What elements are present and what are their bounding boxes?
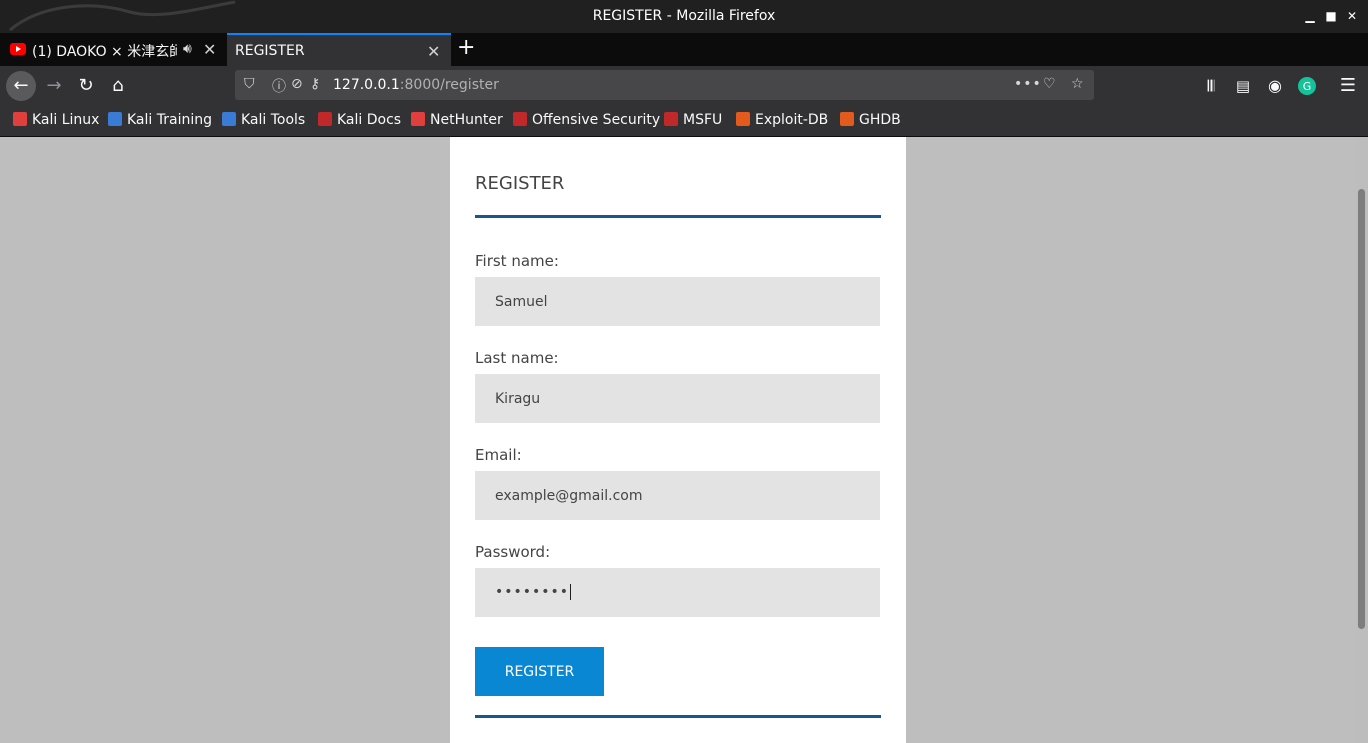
password-input[interactable]: •••••••• [475,568,880,617]
tracking-shield-icon[interactable]: ⛉ [244,76,255,92]
minimize-icon[interactable]: ▁ [1303,9,1317,23]
kali-linux-icon [13,112,27,126]
offensive-security-icon [513,112,527,126]
bookmark-exploit-db[interactable]: Exploit-DB [736,112,828,128]
last-name-label: Last name: [475,349,559,367]
bookmark-kali-linux[interactable]: Kali Linux [13,112,99,128]
account-icon[interactable]: ◉ [1260,71,1290,101]
password-label: Password: [475,543,551,561]
bookmark-kali-docs[interactable]: Kali Docs [318,112,401,128]
tab-register[interactable]: REGISTER ✕ [227,33,451,66]
navigation-bar: ← → ↻ ⌂ ⛉ ⓘ ⊘ ⚷ 127.0.0.1:8000/register … [0,66,1368,104]
new-tab-icon[interactable]: + [457,37,475,59]
grammarly-icon[interactable]: G [1292,71,1322,101]
bookmark-ghdb[interactable]: GHDB [840,112,901,128]
library-icon[interactable]: 𝄃𝄃 [1196,71,1226,101]
exploit-db-icon [736,112,750,126]
kali-docs-icon [318,112,332,126]
close-window-icon[interactable]: ✕ [1345,9,1359,23]
form-title: REGISTER [475,173,565,194]
register-button[interactable]: REGISTER [475,647,604,696]
email-input[interactable] [475,471,880,520]
page-actions-icon[interactable]: ••• [1014,76,1042,92]
window-title: REGISTER - Mozilla Firefox [592,8,776,24]
first-name-input[interactable] [475,277,880,326]
bookmark-kali-training[interactable]: Kali Training [108,112,212,128]
insecure-connection-icon[interactable]: ⊘ [291,76,303,92]
reload-icon[interactable]: ↻ [71,71,101,101]
bookmark-star-icon[interactable]: ☆ [1071,76,1084,92]
bottom-divider [475,715,881,718]
pocket-icon[interactable]: ♡ [1043,76,1056,92]
tab-label: (1) DAOKO × 米津玄師 [32,44,177,60]
forward-icon[interactable]: → [39,71,69,101]
email-label: Email: [475,446,522,464]
youtube-icon [10,43,26,55]
nethunter-icon [411,112,425,126]
bookmark-offensive-security[interactable]: Offensive Security [513,112,660,128]
maximize-icon[interactable]: ■ [1324,9,1338,23]
bookmark-msfu[interactable]: MSFU [664,112,722,128]
home-icon[interactable]: ⌂ [103,71,133,101]
bookmark-nethunter[interactable]: NetHunter [411,112,503,128]
menu-icon[interactable]: ☰ [1333,71,1363,101]
key-icon[interactable]: ⚷ [310,76,320,92]
audio-playing-icon[interactable]: 🔊︎ [183,41,192,57]
page-scrollbar[interactable] [1356,137,1368,743]
url-text[interactable]: 127.0.0.1:8000/register [333,77,499,93]
first-name-label: First name: [475,252,559,270]
kali-training-icon [108,112,122,126]
window-titlebar: REGISTER - Mozilla Firefox ▁ ■ ✕ [0,0,1368,33]
msfu-icon [664,112,678,126]
last-name-input[interactable] [475,374,880,423]
tab-label: REGISTER [235,43,305,59]
sidebar-icon[interactable]: ▤ [1228,71,1258,101]
tab-youtube[interactable]: (1) DAOKO × 米津玄師 🔊︎ ✕ [0,33,225,66]
bookmark-kali-tools[interactable]: Kali Tools [222,112,305,128]
svg-text:G: G [1303,80,1312,93]
back-icon[interactable]: ← [6,71,36,101]
page-viewport: REGISTER First name: Last name: Email: P… [0,137,1368,743]
ghdb-icon [840,112,854,126]
scrollbar-thumb[interactable] [1358,189,1365,629]
site-info-icon[interactable]: ⓘ [272,76,286,96]
url-bar[interactable]: ⛉ ⓘ ⊘ ⚷ 127.0.0.1:8000/register ••• ♡ ☆ [235,70,1094,100]
close-tab-icon[interactable]: ✕ [203,40,216,59]
kali-tools-icon [222,112,236,126]
title-divider [475,215,881,218]
bookmarks-toolbar: Kali Linux Kali Training Kali Tools Kali… [0,104,1368,137]
register-card: REGISTER First name: Last name: Email: P… [450,137,906,743]
close-tab-icon[interactable]: ✕ [427,42,440,61]
tab-strip: (1) DAOKO × 米津玄師 🔊︎ ✕ REGISTER ✕ [0,33,1368,66]
